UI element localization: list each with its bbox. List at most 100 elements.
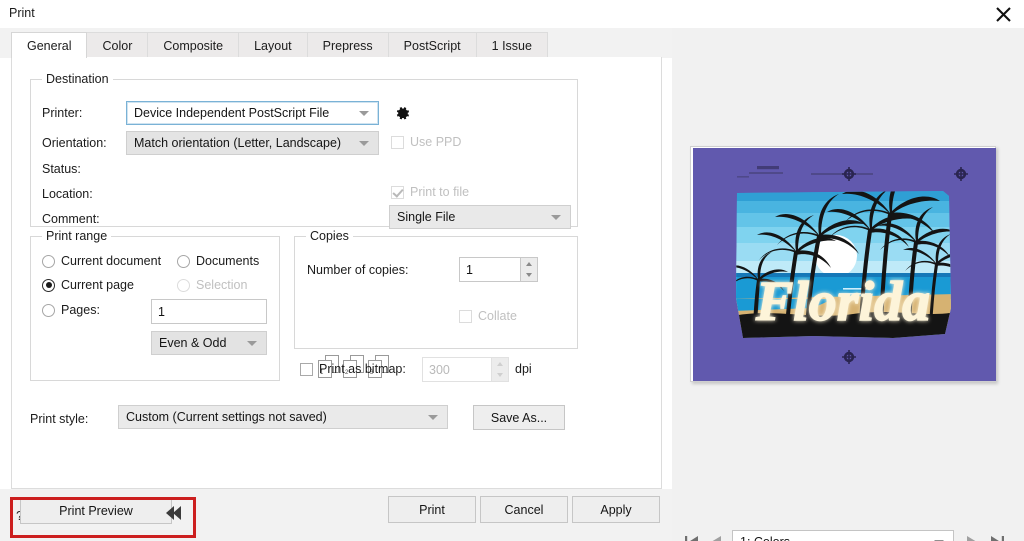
radio-dot <box>177 254 190 268</box>
tab-general[interactable]: General <box>11 32 88 58</box>
radio-current-document[interactable]: Current document <box>42 254 161 268</box>
checkbox-box <box>459 309 472 323</box>
radio-dot <box>42 254 55 268</box>
printer-label: Printer: <box>42 106 83 120</box>
stepper-up-icon[interactable] <box>492 358 508 370</box>
window-title: Print <box>9 6 35 20</box>
radio-label: Pages: <box>61 303 100 317</box>
printer-value: Device Independent PostScript File <box>134 106 330 120</box>
tab-layout[interactable]: Layout <box>238 32 308 58</box>
radio-selection[interactable]: Selection <box>177 278 247 292</box>
chevron-down-icon <box>359 141 369 146</box>
use-ppd-label: Use PPD <box>410 135 462 149</box>
number-of-copies-value: 1 <box>466 262 473 277</box>
preview-footer: 1: Colors <box>672 489 1024 541</box>
preview-page-value: 1: Colors <box>740 535 790 541</box>
close-icon[interactable] <box>990 2 1016 26</box>
radio-documents[interactable]: Documents <box>177 254 259 268</box>
print-as-bitmap-label: Print as bitmap: <box>319 362 406 376</box>
print-to-file-checkbox[interactable]: Print to file <box>391 185 469 199</box>
orientation-dropdown[interactable]: Match orientation (Letter, Landscape) <box>126 131 379 155</box>
checkbox-box <box>391 135 404 149</box>
last-page-icon[interactable] <box>984 530 1010 541</box>
tab-postscript[interactable]: PostScript <box>387 32 477 58</box>
pages-value: 1 <box>158 304 165 319</box>
collate-label: Collate <box>478 309 517 323</box>
even-odd-dropdown[interactable]: Even & Odd <box>151 331 267 355</box>
even-odd-value: Even & Odd <box>159 336 227 350</box>
copies-legend: Copies <box>306 229 353 243</box>
print-preview-button[interactable]: Print Preview <box>20 497 172 524</box>
checkbox-box <box>391 185 404 199</box>
preview-canvas[interactable]: Florida <box>672 28 1024 489</box>
destination-legend: Destination <box>42 72 113 86</box>
tab-strip: General Color Composite Layout Prepress … <box>0 28 672 58</box>
bitmap-dpi-input[interactable]: 300 <box>422 357 492 382</box>
use-ppd-checkbox[interactable]: Use PPD <box>391 135 461 149</box>
file-mode-dropdown[interactable]: Single File <box>389 205 571 229</box>
pages-input[interactable]: 1 <box>151 299 267 324</box>
radio-current-page[interactable]: Current page <box>42 278 134 292</box>
preview-page: Florida <box>693 148 996 381</box>
chevron-down-icon <box>247 341 257 346</box>
file-mode-value: Single File <box>397 210 456 224</box>
print-style-label: Print style: <box>30 412 89 426</box>
preview-page-dropdown[interactable]: 1: Colors <box>732 530 954 541</box>
print-as-bitmap-checkbox[interactable]: Print as bitmap: <box>300 362 406 376</box>
print-dialog: Print General Color Composite Layout Pre… <box>0 0 1024 541</box>
tab-prepress[interactable]: Prepress <box>306 32 389 58</box>
number-of-copies-input[interactable]: 1 <box>459 257 521 282</box>
orientation-value: Match orientation (Letter, Landscape) <box>134 136 342 150</box>
tab-color[interactable]: Color <box>86 32 149 58</box>
status-label: Status: <box>42 162 81 176</box>
radio-label: Current page <box>61 278 134 292</box>
tab-issues[interactable]: 1 Issue <box>475 32 548 58</box>
tab-composite[interactable]: Composite <box>147 32 240 58</box>
radio-label: Selection <box>196 278 248 292</box>
chevron-down-icon <box>359 111 369 116</box>
bitmap-dpi-stepper[interactable] <box>492 357 509 382</box>
location-label: Location: <box>42 187 93 201</box>
svg-text:Florida: Florida <box>755 271 930 333</box>
orientation-label: Orientation: <box>42 136 107 150</box>
dpi-unit-label: dpi <box>515 362 532 376</box>
stepper-up-icon[interactable] <box>521 258 537 270</box>
copies-group: Copies Number of copies: 1 Collate <box>294 229 578 349</box>
gear-icon[interactable] <box>391 102 413 124</box>
printer-dropdown[interactable]: Device Independent PostScript File <box>126 101 379 125</box>
destination-group: Destination Printer: Device Independent … <box>30 72 578 229</box>
print-to-file-label: Print to file <box>410 185 470 199</box>
double-chevron-left-icon[interactable] <box>158 499 188 527</box>
number-of-copies-stepper[interactable] <box>521 257 538 282</box>
checkbox-box <box>300 362 313 376</box>
print-range-legend: Print range <box>42 229 112 243</box>
radio-dot <box>177 278 190 292</box>
save-as-button[interactable]: Save As... <box>473 405 565 430</box>
collate-checkbox[interactable]: Collate <box>459 309 517 323</box>
stepper-down-icon[interactable] <box>521 270 537 282</box>
first-page-icon[interactable] <box>680 530 704 541</box>
comment-label: Comment: <box>42 212 100 226</box>
print-button[interactable]: Print <box>388 496 476 523</box>
print-range-group: Print range Current document Documents C… <box>30 229 280 381</box>
tab-list: General Color Composite Layout Prepress … <box>11 32 548 58</box>
next-page-icon[interactable] <box>960 530 984 541</box>
title-bar: Print <box>0 0 1024 28</box>
radio-dot <box>42 303 55 317</box>
apply-button[interactable]: Apply <box>572 496 660 523</box>
dialog-footer: ? Print Preview Print Cancel Apply <box>0 489 672 541</box>
print-preview-pane: Florida 1: Colors <box>672 28 1024 541</box>
radio-label: Documents <box>196 254 260 268</box>
previous-page-icon[interactable] <box>704 530 728 541</box>
cancel-button[interactable]: Cancel <box>480 496 568 523</box>
print-style-dropdown[interactable]: Custom (Current settings not saved) <box>118 405 448 429</box>
print-style-value: Custom (Current settings not saved) <box>126 410 327 424</box>
chevron-down-icon <box>551 215 561 220</box>
number-of-copies-label: Number of copies: <box>307 263 409 277</box>
radio-pages[interactable]: Pages: <box>42 303 100 317</box>
stepper-down-icon[interactable] <box>492 370 508 382</box>
radio-dot <box>42 278 55 292</box>
florida-wordmark: Florida <box>754 270 931 333</box>
chevron-down-icon <box>428 415 438 420</box>
radio-label: Current document <box>61 254 162 268</box>
